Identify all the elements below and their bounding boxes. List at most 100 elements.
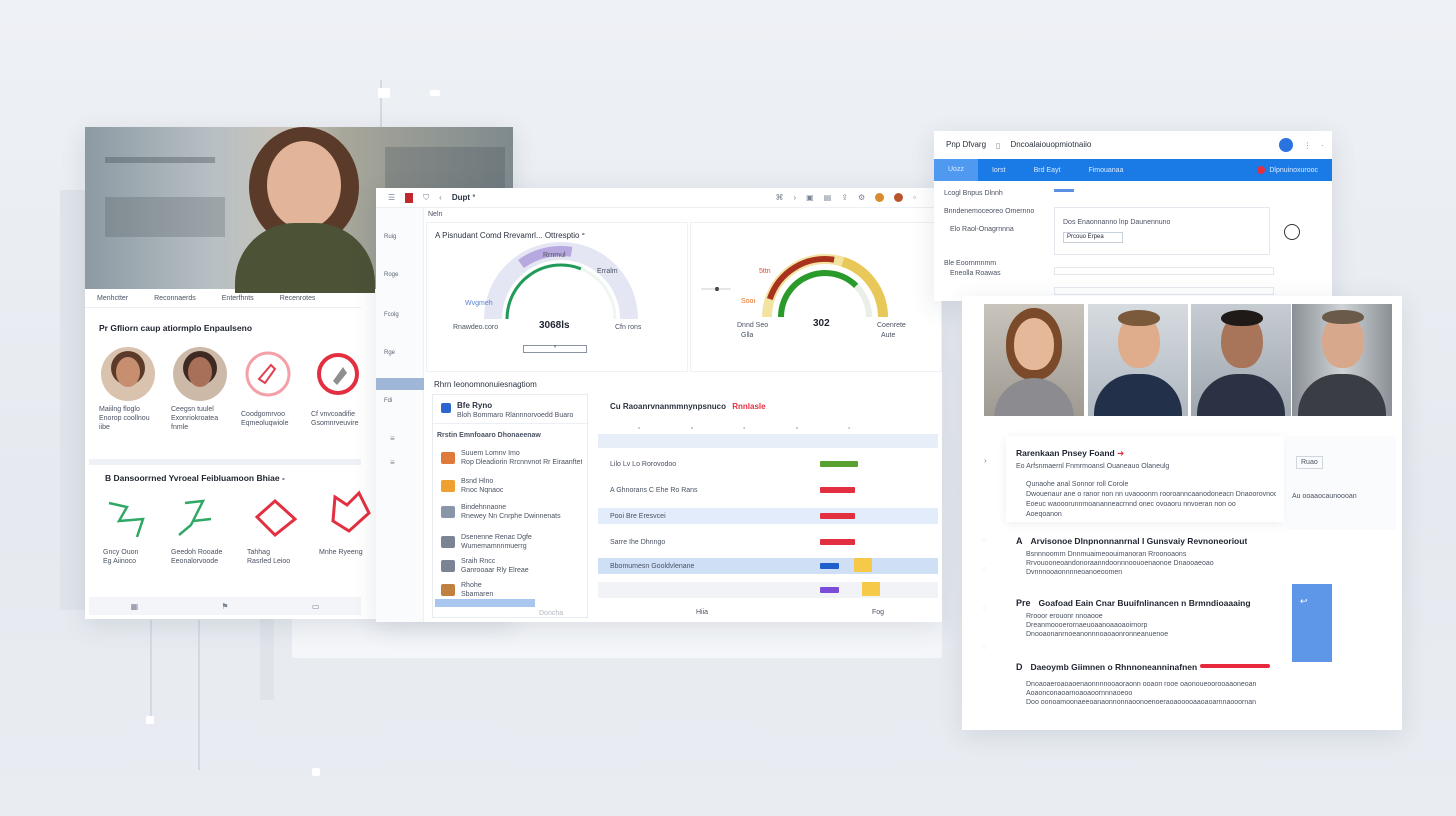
avatar-card-0[interactable]: Maiilng floglo Enorop coollnou iibe — [99, 347, 163, 432]
sidebar-item-2[interactable]: Fcolg — [384, 312, 399, 318]
pdf-icon[interactable] — [405, 192, 414, 203]
step-0[interactable]: A Arvisonoe Dlnpnonnanrnal I Gunsvaiy Rev… — [1016, 536, 1247, 577]
thumbnail — [441, 584, 455, 596]
side-card: Ruao Au ooaaocaunoooan — [1286, 436, 1396, 530]
next-button[interactable]: ↩ — [1292, 584, 1332, 662]
rt-item[interactable]: Elo Raol-Onagrnnna — [950, 225, 1014, 234]
table-header: ◦ ◦ ◦ ◦ ◦ — [638, 425, 851, 432]
user-icon[interactable] — [875, 193, 885, 202]
rt-title: Pnp Dfvarg — [946, 140, 987, 149]
back-icon[interactable]: ‹ — [439, 193, 442, 202]
gauge-card-1: A Pisnudant Comd Rrevamrl... Ottresptio … — [426, 222, 688, 372]
flag-icon[interactable]: ⚑ — [221, 602, 228, 611]
list-item[interactable]: Bsnd Hlno Rnoc Nqnaoc — [441, 477, 503, 495]
rt-field-label: Dos Enaonnanno lnp Daunennuno — [1063, 219, 1171, 226]
sidebar-item-3[interactable]: Rge — [384, 350, 395, 356]
rt-item[interactable]: Ble Eoornmnmm — [944, 259, 996, 268]
tab-2[interactable]: Enterfhnts — [222, 294, 254, 303]
rt-field-input[interactable]: Prcouo Erpea — [1063, 232, 1123, 243]
step-rail: ◌ ◌ ◌ ◌ — [982, 537, 987, 651]
scribble-card-2[interactable]: Tahhag Rasrled Leioo — [247, 495, 309, 566]
share-icon[interactable]: ⇪ — [841, 193, 848, 202]
sidebar-item-0[interactable]: Ruig — [384, 234, 396, 240]
list-group: Rrstin Emnfoaaro Dhonaeenaw — [437, 432, 541, 439]
menu-icon[interactable]: ☰ — [388, 193, 395, 202]
table-row-bar — [820, 539, 856, 545]
scribble-card-0[interactable]: Gncy Ouon Eg Aiinoco — [103, 495, 163, 566]
sidebar-item-1[interactable]: Roge — [384, 272, 398, 278]
nav-tab-2[interactable]: Brd Eayt — [1020, 167, 1075, 174]
left-footer: ▦ ⚑ ▭ — [89, 597, 361, 615]
link-icon[interactable]: ⌘ — [775, 193, 783, 202]
avatar-card-3[interactable]: Cf vnvcoadifie Gsomnrveuvire — [311, 347, 375, 428]
book-icon[interactable]: ▯ — [996, 141, 1000, 150]
section-title-feedback: B Dansoorrned Yvroeal Feibluamoon Bhiae … — [105, 473, 285, 483]
thumbnail — [441, 506, 455, 518]
grid-icon[interactable]: ▦ — [131, 602, 139, 611]
chevron-icon[interactable]: › — [984, 456, 987, 465]
table-row[interactable] — [598, 582, 938, 598]
sidebar-item-4[interactable]: Fdi — [384, 398, 392, 404]
team-photo-2[interactable] — [1191, 304, 1291, 416]
list-item[interactable]: Suuem Lomnv Imo Rop Dleadiorin Rrcnnvnot … — [441, 449, 582, 467]
team-photo-3[interactable] — [1292, 304, 1392, 416]
bell-icon[interactable] — [894, 193, 904, 202]
left-tabs: Menhctter Reconnaerds Enterfhnts Recenro… — [97, 294, 315, 303]
gauge2-foot-left: Dnnd Seo — [737, 322, 769, 329]
rt-item[interactable]: Bnndenemoceoreo Omernno — [944, 207, 1034, 216]
list-item[interactable]: Rhohe Sbamaren — [441, 581, 493, 599]
close-icon[interactable]: · — [1321, 141, 1324, 150]
scribble-card-1[interactable]: Geedoh Rooade Eeonalorvoode — [171, 495, 237, 566]
nav-tab-0[interactable]: Uozz — [934, 159, 978, 181]
table-row[interactable]: A Ghnorans C Ehe Ro Rans — [598, 482, 938, 498]
list-button-label[interactable]: Doncha — [539, 609, 563, 618]
table-row[interactable]: Pooi Bre Eresvcei — [598, 508, 938, 524]
avatar-card-2[interactable]: Coodgomrvoo Eqmeoluqwiole — [241, 347, 305, 428]
nav-alert[interactable]: Dlpnuinoxurooc — [1265, 167, 1332, 174]
tab-3[interactable]: Recenrotes — [280, 294, 316, 303]
image-icon[interactable]: ▣ — [806, 193, 814, 202]
gauge2-left-top: 5ttn — [759, 268, 771, 275]
gauge1-range-input[interactable]: ᐤ — [523, 345, 587, 353]
avatar — [173, 347, 227, 401]
side-label[interactable]: Ruao — [1296, 456, 1323, 469]
table-row[interactable]: Lilo Lv Lo Rorovodoo — [598, 456, 938, 472]
list-icon[interactable]: ≡ — [390, 458, 395, 467]
step-2[interactable]: D Daeoymb Giimnen o Rhnnoneanninafnen Dno… — [1016, 662, 1256, 707]
list-item[interactable]: Bindehnnaone Rnewey Nn Cnrphe Dwinnenats — [441, 503, 561, 521]
settings-icon[interactable]: ⚙ — [858, 193, 865, 202]
chart-icon[interactable]: ▤ — [824, 193, 832, 202]
rt-item[interactable]: Lcogl Bnpus Dlnnh — [944, 189, 1003, 198]
more-icon[interactable]: ▫ — [913, 193, 916, 202]
more-icon[interactable]: ⋮ — [1303, 141, 1311, 150]
team-photo-0[interactable] — [984, 304, 1084, 416]
intro-card-title: Rarenkaan Pnsey Foand ➜ — [1016, 448, 1125, 458]
toolbar-title[interactable]: Dupt ᐤ — [452, 193, 476, 203]
nav-tab-3[interactable]: Fimouanaa — [1074, 167, 1137, 174]
table-row-label: Pooi Bre Eresvcei — [610, 512, 666, 520]
list-item[interactable]: Sraih Rncc Ganrooaar Rly Elreae — [441, 557, 529, 575]
table-row[interactable]: Bbomumesn Gooldvlenane — [598, 558, 938, 574]
nav-tab-1[interactable]: Iorst — [978, 167, 1020, 174]
rt-item[interactable]: Eneolla Roawas — [950, 269, 1001, 278]
tab-0[interactable]: Menhctter — [97, 294, 128, 303]
list-icon[interactable]: ≡ — [390, 434, 395, 443]
table-row-label: Bbomumesn Gooldvlenane — [610, 562, 695, 570]
tab-1[interactable]: Reconnaerds — [154, 294, 196, 303]
step-1[interactable]: Pre Goafoad Eain Cnar Buuifnlinancen n Br… — [1016, 598, 1251, 639]
table-footer-left: Hiia — [696, 609, 709, 616]
doc-icon[interactable]: ▭ — [312, 602, 320, 611]
list-card: Bfe Ryno Bloh Bommaro Rlannnorvoedd Buar… — [432, 394, 589, 618]
filter-icon[interactable]: ⛉ — [423, 193, 429, 203]
notification-icon[interactable] — [1279, 138, 1294, 152]
radio-icon[interactable] — [1284, 224, 1300, 240]
list-item[interactable]: Dsenenne Renac Dgfe Wumemamnnmuerrg — [441, 533, 532, 551]
scribble-card-3[interactable]: Mnhe Ryeeng — [319, 487, 375, 557]
table-row[interactable]: Sarre Ihe Dhnngo — [598, 534, 938, 550]
list-button[interactable] — [435, 599, 535, 607]
sidebar-item-active[interactable] — [376, 378, 424, 390]
breadcrumb[interactable]: Neln — [428, 210, 442, 219]
team-photo-1[interactable] — [1088, 304, 1188, 416]
forward-icon[interactable]: › — [793, 193, 796, 202]
avatar-card-1[interactable]: Ceegsn tuulel Exonriokroatea fnmle — [171, 347, 235, 432]
